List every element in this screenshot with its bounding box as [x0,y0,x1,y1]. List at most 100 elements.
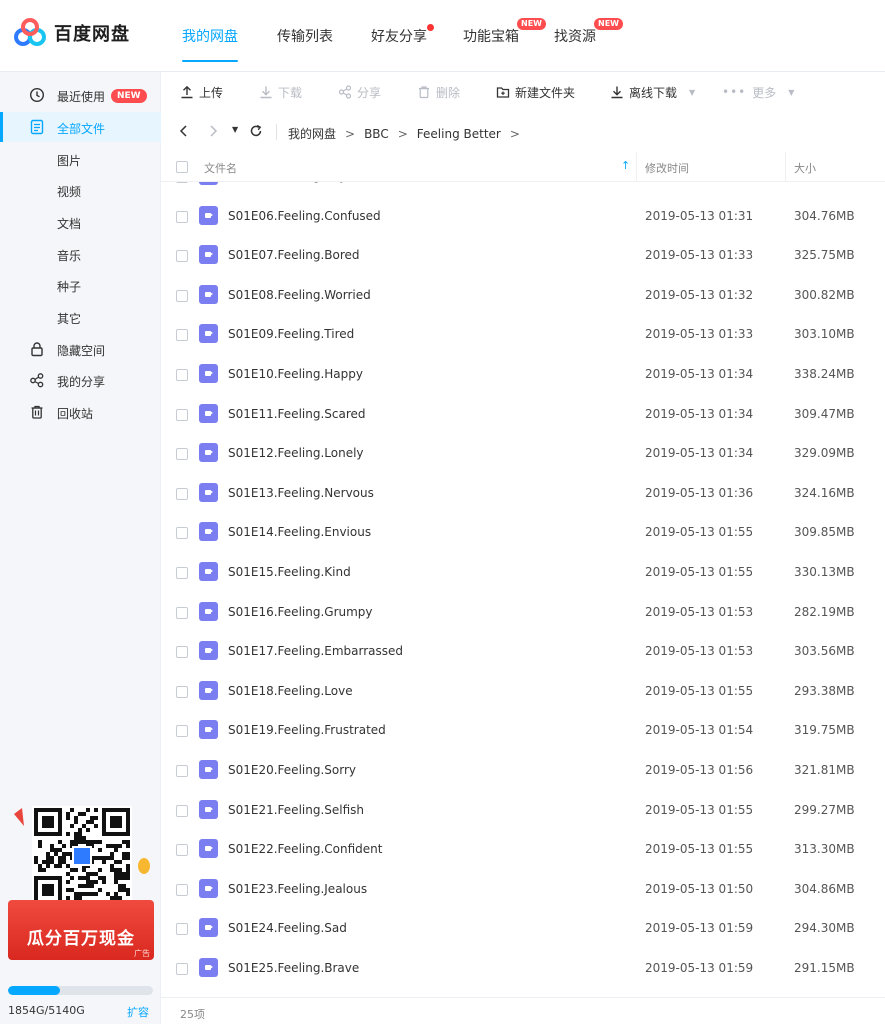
row-checkbox[interactable] [176,182,188,183]
file-name[interactable]: S01E14.Feeling.Envious [228,525,371,539]
table-row[interactable]: S01E07.Feeling.Bored 2019-05-13 01:33 325.… [161,236,885,276]
tab-friend-share[interactable]: 好友分享 [371,24,434,46]
sort-arrow-icon[interactable]: ↑ [621,159,630,172]
file-name[interactable]: S01E08.Feeling.Worried [228,288,371,302]
breadcrumb-item[interactable]: 我的网盘 [288,127,336,141]
table-row[interactable]: S01E06.Feeling.Confused 2019-05-13 01:31 3… [161,197,885,237]
row-checkbox[interactable] [176,764,188,777]
tab-my-netdisk[interactable]: 我的网盘 [182,26,238,62]
upload-button[interactable]: 上传 [180,84,223,100]
row-checkbox[interactable] [176,725,188,738]
table-row[interactable]: S01E08.Feeling.Worried 2019-05-13 01:32 30… [161,276,885,316]
table-row[interactable]: S01E22.Feeling.Confident 2019-05-13 01:55… [161,830,885,870]
table-row[interactable]: S01E23.Feeling.Jealous 2019-05-13 01:50 30… [161,870,885,910]
file-name[interactable]: S01E11.Feeling.Scared [228,407,366,421]
table-row[interactable]: S01E10.Feeling.Happy 2019-05-13 01:34 338.… [161,355,885,395]
row-checkbox[interactable] [176,962,188,975]
breadcrumb-item[interactable]: BBC [364,127,389,141]
table-row[interactable]: S01E05.Feeling.Shy 2019-05-13 01:23 305.79… [161,182,885,197]
row-checkbox[interactable] [176,527,188,540]
file-name[interactable]: S01E23.Feeling.Jealous [228,882,367,896]
file-name[interactable]: S01E06.Feeling.Confused [228,209,381,223]
file-name[interactable]: S01E18.Feeling.Love [228,684,353,698]
sidebar-item-recent[interactable]: 最近使用 NEW [0,80,161,110]
sidebar-item-recycle-bin[interactable]: 回收站 [0,397,161,427]
delete-button[interactable]: 删除 [417,84,460,100]
tab-find-resources[interactable]: 找资源 NEW [554,18,623,46]
row-checkbox[interactable] [176,646,188,659]
row-checkbox[interactable] [176,210,188,223]
file-name[interactable]: S01E22.Feeling.Confident [228,842,382,856]
table-row[interactable]: S01E25.Feeling.Brave 2019-05-13 01:59 291.… [161,949,885,989]
row-checkbox[interactable] [176,923,188,936]
row-checkbox[interactable] [176,487,188,500]
sidebar-item-images[interactable]: 图片 [0,144,161,174]
table-row[interactable]: S01E19.Feeling.Frustrated 2019-05-13 01:5… [161,711,885,751]
back-arrow-icon[interactable] [177,124,191,138]
file-name[interactable]: S01E21.Feeling.Selfish [228,803,364,817]
table-row[interactable]: S01E17.Feeling.Embarrassed 2019-05-13 01:… [161,632,885,672]
file-name[interactable]: S01E05.Feeling.Shy [228,182,347,183]
row-checkbox[interactable] [176,448,188,461]
sidebar-item-videos[interactable]: 视频 [0,175,161,205]
table-row[interactable]: S01E16.Feeling.Grumpy 2019-05-13 01:53 282… [161,593,885,633]
file-name[interactable]: S01E25.Feeling.Brave [228,961,359,975]
sidebar-item-all-files[interactable]: 全部文件 [0,112,161,142]
file-name[interactable]: S01E13.Feeling.Nervous [228,486,374,500]
offline-download-button[interactable]: 离线下载 ▼ [610,84,695,100]
table-row[interactable]: S01E20.Feeling.Sorry 2019-05-13 01:56 321.… [161,751,885,791]
row-checkbox[interactable] [176,844,188,857]
tab-transfer-list[interactable]: 传输列表 [277,26,333,46]
logo[interactable]: 百度网盘 [14,18,130,48]
file-name[interactable]: S01E24.Feeling.Sad [228,921,347,935]
table-row[interactable]: S01E12.Feeling.Lonely 2019-05-13 01:34 329… [161,434,885,474]
select-all-checkbox[interactable] [176,161,188,173]
row-checkbox[interactable] [176,289,188,302]
share-button[interactable]: 分享 [338,84,381,100]
file-name[interactable]: S01E17.Feeling.Embarrassed [228,644,403,658]
advertisement[interactable]: 瓜分百万现金 广告 [8,802,154,962]
table-row[interactable]: S01E15.Feeling.Kind 2019-05-13 01:55 330.1… [161,553,885,593]
table-row[interactable]: S01E21.Feeling.Selfish 2019-05-13 01:55 29… [161,791,885,831]
expand-storage-link[interactable]: 扩容 [127,1004,149,1020]
table-row[interactable]: S01E09.Feeling.Tired 2019-05-13 01:33 303.… [161,315,885,355]
refresh-icon[interactable] [249,124,263,138]
table-row[interactable]: S01E13.Feeling.Nervous 2019-05-13 01:36 32… [161,474,885,514]
table-row[interactable]: S01E14.Feeling.Envious 2019-05-13 01:55 30… [161,513,885,553]
table-row[interactable]: S01E18.Feeling.Love 2019-05-13 01:55 293.3… [161,672,885,712]
breadcrumb-item[interactable]: Feeling Better [417,127,501,141]
sidebar-item-hidden-space[interactable]: 隐藏空间 [0,334,161,364]
file-name[interactable]: S01E20.Feeling.Sorry [228,763,356,777]
download-button[interactable]: 下载 [259,84,302,100]
row-checkbox[interactable] [176,606,188,619]
file-name[interactable]: S01E07.Feeling.Bored [228,248,360,262]
file-name[interactable]: S01E09.Feeling.Tired [228,327,354,341]
row-checkbox[interactable] [176,685,188,698]
sidebar-item-music[interactable]: 音乐 [0,239,161,269]
column-header-name[interactable]: 文件名 [204,160,237,176]
table-row[interactable]: S01E24.Feeling.Sad 2019-05-13 01:59 294.30… [161,909,885,949]
more-button[interactable]: ••• 更多 ▼ [722,84,794,100]
sidebar-item-my-share[interactable]: 我的分享 [0,365,161,395]
row-checkbox[interactable] [176,883,188,896]
sidebar-item-documents[interactable]: 文档 [0,207,161,237]
row-checkbox[interactable] [176,368,188,381]
sidebar-item-others[interactable]: 其它 [0,302,161,332]
new-folder-button[interactable]: 新建文件夹 [496,84,575,100]
history-dropdown-icon[interactable]: ▼ [232,125,238,134]
tab-toolbox[interactable]: 功能宝箱 NEW [463,18,546,46]
row-checkbox[interactable] [176,329,188,342]
table-row[interactable]: S01E11.Feeling.Scared 2019-05-13 01:34 309… [161,395,885,435]
file-name[interactable]: S01E16.Feeling.Grumpy [228,605,373,619]
row-checkbox[interactable] [176,408,188,421]
sidebar-item-torrents[interactable]: 种子 [0,270,161,300]
forward-arrow-icon[interactable] [206,124,220,138]
file-name[interactable]: S01E12.Feeling.Lonely [228,446,364,460]
file-name[interactable]: S01E15.Feeling.Kind [228,565,351,579]
row-checkbox[interactable] [176,566,188,579]
file-name[interactable]: S01E19.Feeling.Frustrated [228,723,386,737]
row-checkbox[interactable] [176,804,188,817]
column-header-size[interactable]: 大小 [794,160,816,176]
file-name[interactable]: S01E10.Feeling.Happy [228,367,363,381]
column-header-modified[interactable]: 修改时间 [645,160,689,176]
